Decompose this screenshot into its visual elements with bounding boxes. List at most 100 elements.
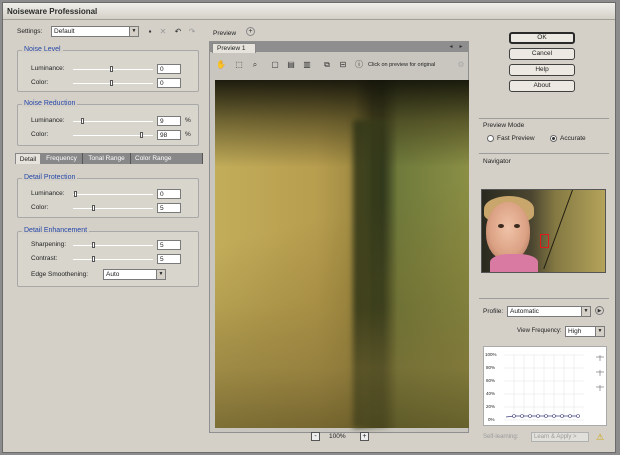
sharpening-input[interactable]: 5 [157, 240, 181, 250]
noise-level-luminance-input[interactable]: 0 [157, 64, 181, 74]
settings-tabs: Detail Frequency Tonal Range Color Range [15, 153, 203, 164]
noise-level-title: Noise Level [22, 46, 63, 53]
navigator-face [486, 202, 530, 260]
undo-icon[interactable]: ↶ [173, 27, 183, 37]
profile-select-value: Automatic [510, 308, 539, 315]
save-settings-icon[interactable]: ▪ [145, 27, 155, 37]
profile-side-icons [596, 355, 604, 391]
contrast-slider[interactable] [73, 259, 153, 260]
y-tick: 20% [486, 404, 496, 409]
y-tick: 40% [486, 391, 496, 396]
accurate-radio[interactable] [550, 135, 557, 142]
view-frequency-select[interactable]: High ▼ [565, 326, 605, 337]
title-bar: Noiseware Professional [3, 3, 615, 20]
noise-reduction-luminance-unit: % [185, 117, 191, 124]
detail-enhancement-title: Detail Enhancement [22, 227, 90, 234]
y-tick: 80% [486, 365, 496, 370]
split-horizontal-icon[interactable]: ▤ [286, 60, 296, 70]
contrast-input[interactable]: 5 [157, 254, 181, 264]
navigator-thumbnail[interactable] [481, 189, 606, 273]
divider [479, 153, 609, 154]
window-title: Noiseware Professional [7, 7, 98, 16]
edge-smoothening-select[interactable]: Auto ▼ [103, 269, 166, 280]
scroll-right-icon[interactable]: ▸ [456, 42, 466, 52]
profile-graph[interactable]: 100% 80% 60% 40% 20% 0% [483, 346, 607, 426]
scroll-left-icon[interactable]: ◂ [446, 42, 456, 52]
zoom-tool-icon[interactable]: ⌕ [250, 60, 260, 70]
detail-protection-luminance-input[interactable]: 0 [157, 189, 181, 199]
split-vertical-icon[interactable]: ▥ [302, 60, 312, 70]
settings-select[interactable]: Default ▼ [51, 26, 139, 37]
zoom-level: 100% [329, 433, 346, 440]
tab-frequency[interactable]: Frequency [41, 153, 83, 164]
view-frequency-value: High [568, 328, 582, 335]
tab-preview-1[interactable]: Preview 1 [212, 43, 256, 53]
sharpening-thumb[interactable] [92, 242, 95, 248]
noise-reduction-luminance-label: Luminance: [31, 117, 65, 124]
warning-icon: ⚠ [595, 432, 605, 442]
detail-protection-luminance-thumb[interactable] [74, 191, 77, 197]
noise-reduction-color-thumb[interactable] [140, 132, 143, 138]
about-button[interactable]: About [509, 80, 575, 92]
detail-protection-color-input[interactable]: 5 [157, 203, 181, 213]
chevron-down-icon: ▼ [156, 270, 165, 279]
preview-hint: Click on preview for original [368, 62, 436, 68]
add-preview-icon[interactable]: + [246, 27, 255, 36]
lock-icon[interactable]: ⊟ [338, 60, 348, 70]
noise-reduction-luminance-thumb[interactable] [81, 118, 84, 124]
new-snapshot-icon[interactable]: ⧉ [322, 60, 332, 70]
navigator-viewport-box[interactable] [540, 234, 549, 248]
contrast-thumb[interactable] [92, 256, 95, 262]
single-view-icon[interactable]: ▢ [270, 60, 280, 70]
detail-protection-color-label: Color: [31, 204, 49, 211]
noise-reduction-color-unit: % [185, 131, 191, 138]
profile-curve [505, 415, 578, 418]
settings-icon[interactable]: ⚙ [456, 60, 466, 70]
navigator-shirt [490, 254, 538, 272]
redo-icon[interactable]: ↷ [187, 27, 197, 37]
noise-level-color-thumb[interactable] [110, 80, 113, 86]
y-tick: 60% [486, 378, 496, 383]
settings-select-value: Default [54, 28, 75, 35]
navigator-eye [514, 224, 520, 228]
learn-apply-button[interactable]: Learn & Apply > [531, 432, 589, 442]
noise-reduction-luminance-input[interactable]: 9 [157, 116, 181, 126]
profile-grid [504, 354, 584, 421]
detail-protection-luminance-slider[interactable] [73, 194, 153, 195]
noise-level-color-slider[interactable] [73, 83, 153, 84]
sharpening-slider[interactable] [73, 245, 153, 246]
ok-button[interactable]: OK [509, 32, 575, 44]
tab-tonal-range[interactable]: Tonal Range [83, 153, 131, 164]
profile-select[interactable]: Automatic ▼ [507, 306, 591, 317]
divider [479, 298, 609, 299]
chevron-down-icon: ▼ [581, 307, 590, 316]
profile-menu-icon[interactable]: ▶ [595, 306, 604, 315]
noise-level-luminance-thumb[interactable] [110, 66, 113, 72]
noise-level-color-input[interactable]: 0 [157, 78, 181, 88]
profile-graph-svg [504, 354, 604, 421]
preview-mode-title: Preview Mode [483, 122, 525, 129]
fast-preview-radio[interactable] [487, 135, 494, 142]
zoom-in-button[interactable]: + [360, 432, 369, 441]
noise-reduction-luminance-slider[interactable] [73, 121, 153, 122]
tab-color-range[interactable]: Color Range [131, 153, 203, 164]
delete-settings-icon[interactable]: ✕ [158, 27, 168, 37]
preview-image[interactable] [215, 80, 469, 428]
preview-panel: Preview 1 ◂ ▸ ✋ ⬚ ⌕ ▢ ▤ ▥ ⧉ ⊟ ⓘ Click on… [209, 41, 469, 433]
zoom-out-button[interactable]: - [311, 432, 320, 441]
preview-label: Preview [213, 30, 237, 37]
contrast-label: Contrast: [31, 255, 58, 262]
marquee-tool-icon[interactable]: ⬚ [234, 60, 244, 70]
noise-reduction-color-input[interactable]: 98 [157, 130, 181, 140]
noise-level-luminance-slider[interactable] [73, 69, 153, 70]
preview-image-floor [215, 308, 469, 428]
detail-protection-color-thumb[interactable] [92, 205, 95, 211]
hand-tool-icon[interactable]: ✋ [216, 60, 226, 70]
help-button[interactable]: Help [509, 64, 575, 76]
profile-label: Profile: [483, 308, 504, 315]
cancel-button[interactable]: Cancel [509, 48, 575, 60]
chevron-down-icon: ▼ [595, 327, 604, 336]
detail-protection-color-slider[interactable] [73, 208, 153, 209]
tab-detail[interactable]: Detail [15, 153, 41, 164]
detail-protection-title: Detail Protection [22, 174, 78, 181]
